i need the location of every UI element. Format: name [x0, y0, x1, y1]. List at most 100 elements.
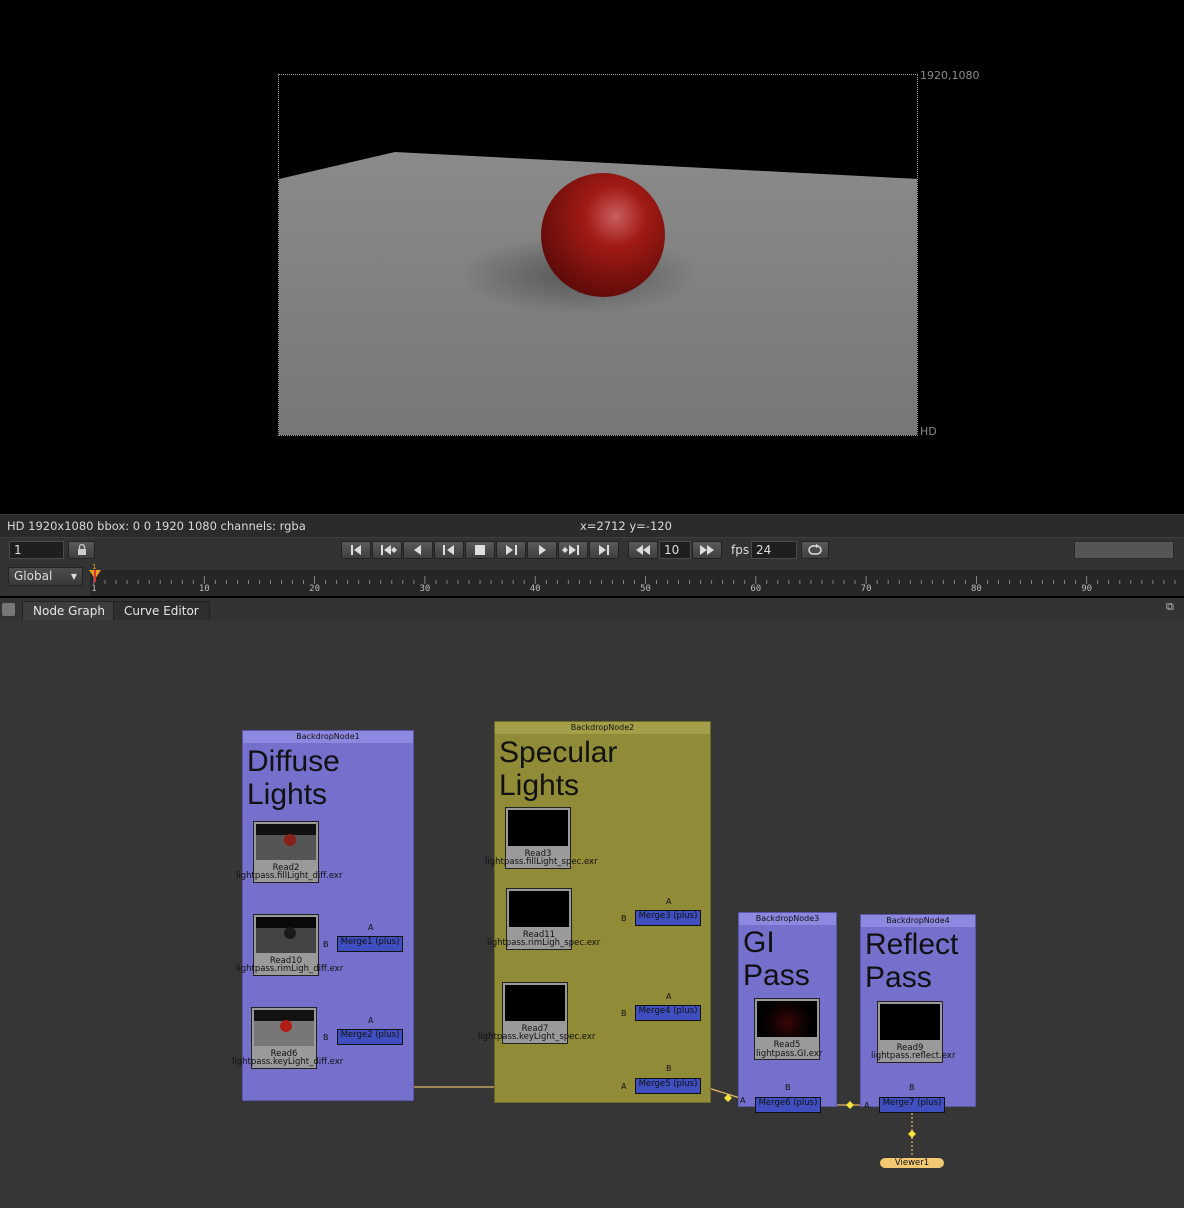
rewind-icon [636, 545, 650, 555]
next-keyframe-button[interactable] [558, 541, 588, 559]
render-image [279, 75, 917, 435]
node-graph[interactable]: BackdropNode1 Diffuse Lights BackdropNod… [0, 620, 1184, 1208]
input-b-label: B [666, 1064, 672, 1073]
playback-range-field[interactable] [1074, 541, 1174, 559]
input-b-label: B [785, 1083, 791, 1092]
fast-forward-icon [700, 545, 714, 555]
backdrop-title: BackdropNode2 [495, 722, 710, 734]
lock-button[interactable] [68, 541, 95, 559]
panel-menu-icon[interactable] [2, 603, 15, 616]
ruler-tick-label: 60 [750, 584, 762, 594]
ruler-tick-label: 20 [309, 584, 321, 594]
tab-curve-editor[interactable]: Curve Editor [113, 601, 210, 620]
panel-tab-bar: Node Graph Curve Editor ⧉ [0, 598, 1184, 621]
render-frame [278, 74, 918, 436]
read-file-label: lightpass.rimLigh_diff.exr [236, 964, 344, 974]
input-b-label: B [323, 1033, 329, 1042]
read-file-label: lightpass.GI.exr [756, 1049, 823, 1059]
backdrop-label-line2: Pass [743, 959, 810, 992]
backdrop-title: BackdropNode1 [243, 731, 413, 743]
read-thumbnail [880, 1004, 940, 1040]
frame-ruler[interactable]: 11020304050607080901 1 [89, 563, 1184, 596]
ruler-tick-label: 40 [529, 584, 541, 594]
read-file-label: lightpass.keyLight_spec.exr [478, 1032, 596, 1042]
fps-label: fps [731, 543, 750, 557]
merge-node-merge2[interactable]: Merge2 (plus) [337, 1029, 403, 1045]
play-forward-button[interactable] [496, 541, 526, 559]
input-b-label: B [323, 940, 329, 949]
loop-mode-button[interactable] [801, 541, 829, 559]
backdrop-title: BackdropNode4 [861, 915, 975, 927]
input-a-label: A [740, 1096, 746, 1105]
format-info: HD 1920x1080 bbox: 0 0 1920 1080 channel… [7, 519, 306, 533]
read-thumbnail [508, 810, 568, 846]
merge-node-merge6[interactable]: Merge6 (plus) [755, 1097, 821, 1113]
input-a-label: A [621, 1082, 627, 1091]
merge-node-merge5[interactable]: Merge5 (plus) [635, 1078, 701, 1094]
format-size-label: 1920,1080 [920, 69, 980, 82]
play-forward-icon [506, 545, 517, 555]
viewer-panel[interactable]: 1920,1080 HD [0, 0, 1184, 514]
range-mode-value: Global [14, 569, 53, 583]
read-thumbnail [509, 891, 569, 927]
prev-key-icon [381, 545, 397, 555]
lock-icon [78, 543, 86, 555]
previous-frame-button[interactable] [403, 541, 433, 559]
input-a-label: A [368, 1016, 374, 1025]
merge-node-merge7[interactable]: Merge7 (plus) [879, 1097, 945, 1113]
input-b-label: B [909, 1083, 915, 1092]
ruler-tick-label: 90 [1081, 584, 1093, 594]
float-panel-icon[interactable]: ⧉ [1166, 600, 1174, 614]
frame-field[interactable]: 1 [9, 541, 64, 559]
chevron-down-icon: ▼ [70, 572, 77, 581]
fps-field[interactable]: 24 [751, 541, 797, 559]
merge-node-merge3[interactable]: Merge3 (plus) [635, 910, 701, 926]
backdrop-label-line1: Diffuse [247, 745, 340, 778]
step-back-icon [414, 545, 421, 555]
ruler-tick-label: 50 [640, 584, 651, 594]
skip-back-increment-button[interactable] [628, 541, 658, 559]
cursor-coords: x=2712 y=-120 [580, 519, 672, 533]
ruler-tick-label: 80 [970, 584, 982, 594]
backdrop-label-line2: Pass [865, 961, 932, 994]
viewer-node-viewer1[interactable]: Viewer1 [879, 1157, 945, 1169]
backdrop-title: BackdropNode3 [739, 913, 836, 925]
read-file-label: lightpass.reflect.exr [871, 1051, 956, 1061]
read-thumbnail [256, 917, 316, 953]
input-a-label: A [864, 1101, 870, 1110]
format-name-label: HD [920, 425, 937, 438]
read-file-label: lightpass.fillLight_spec.exr [485, 857, 598, 867]
ruler-ticks [93, 576, 1176, 584]
input-a-label: A [666, 897, 672, 906]
backdrop-label-line1: Reflect [865, 928, 959, 961]
backdrop-label-line2: Lights [247, 778, 328, 811]
stop-button[interactable] [465, 541, 495, 559]
viewer-info-bar: HD 1920x1080 bbox: 0 0 1920 1080 channel… [0, 514, 1184, 538]
range-mode-dropdown[interactable]: Global ▼ [8, 567, 83, 586]
play-backward-button[interactable] [434, 541, 464, 559]
previous-keyframe-button[interactable] [372, 541, 402, 559]
merge-node-merge1[interactable]: Merge1 (plus) [337, 936, 403, 952]
loop-icon [808, 544, 822, 555]
read-file-label: lightpass.fillLight_diff.exr [236, 871, 343, 881]
input-b-label: B [621, 1009, 627, 1018]
next-key-icon [562, 545, 579, 555]
first-frame-button[interactable] [341, 541, 371, 559]
skip-forward-increment-button[interactable] [692, 541, 722, 559]
input-a-label: A [368, 923, 374, 932]
ruler-tick-label: 30 [419, 584, 431, 594]
read-thumbnail [256, 824, 316, 860]
backdrop-label-line2: Lights [499, 769, 580, 802]
ruler-tick-label: 10 [198, 584, 210, 594]
ruler-tick-label: 70 [860, 584, 872, 594]
tab-node-graph[interactable]: Node Graph [22, 601, 116, 620]
increment-field[interactable]: 10 [659, 541, 691, 559]
playhead-frame-label: 1 [92, 563, 97, 571]
ruler-tick-label: 1 [91, 584, 97, 594]
skip-end-icon [599, 545, 609, 555]
backdrop-label-line1: GI [743, 926, 775, 959]
last-frame-button[interactable] [589, 541, 619, 559]
next-frame-button[interactable] [527, 541, 557, 559]
merge-node-merge4[interactable]: Merge4 (plus) [635, 1005, 701, 1021]
read-thumbnail [254, 1010, 314, 1046]
